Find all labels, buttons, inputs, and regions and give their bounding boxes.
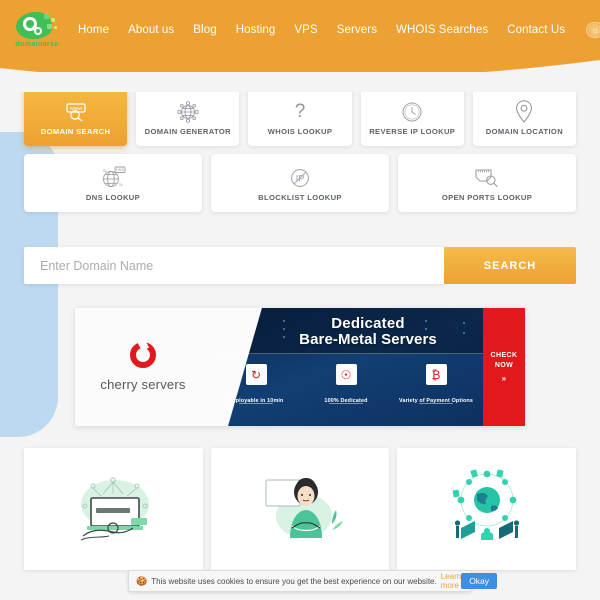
bitcoin-icon: ₿ <box>425 364 447 385</box>
tool-tabs-row-1: WWW DOMAIN SEARCH DOMAIN GENERATOR ? WHO… <box>0 88 600 146</box>
banner-headline-line1: Dedicated <box>331 315 405 332</box>
feature-cards <box>24 448 577 570</box>
box-icon: ☉ <box>335 364 357 385</box>
tab-domain-generator[interactable]: DOMAIN GENERATOR <box>136 88 240 146</box>
tab-blocklist-lookup[interactable]: IP BLOCKLIST LOOKUP <box>211 154 389 212</box>
globe-dns-icon: DNS <box>100 165 126 191</box>
ports-search-icon <box>474 165 500 191</box>
nav-links: Home About us Blog Hosting VPS Servers W… <box>60 20 584 40</box>
feature-card-support[interactable] <box>210 448 390 570</box>
tab-domain-location[interactable]: DOMAIN LOCATION <box>472 88 577 146</box>
tool-tabs: WWW DOMAIN SEARCH DOMAIN GENERATOR ? WHO… <box>0 88 600 220</box>
nav-item-home[interactable]: Home <box>78 20 109 40</box>
map-pin-icon <box>515 99 533 125</box>
domain-search-illustration-icon <box>81 477 150 541</box>
domain-search-icon: WWW <box>64 99 88 125</box>
navbar: domainarse Home About us Blog Hosting VP… <box>0 0 600 60</box>
nav-item-vps[interactable]: VPS <box>294 20 317 40</box>
cookie-okay-button[interactable]: Okay <box>461 573 498 589</box>
dark-mode-toggle[interactable]: ☼ <box>586 22 600 38</box>
page-root: domainarse Home About us Blog Hosting VP… <box>0 0 600 600</box>
nav-item-about-us[interactable]: About us <box>128 20 174 40</box>
svg-text:IP: IP <box>296 173 305 183</box>
search-button[interactable]: SEARCH <box>444 247 576 284</box>
domain-generator-icon <box>177 99 199 125</box>
tab-label: BLOCKLIST LOOKUP <box>258 192 342 202</box>
tab-label: DOMAIN LOCATION <box>485 126 564 136</box>
cookie-icon: 🍪 <box>136 575 148 586</box>
banner-headline: Dedicated Bare-Metal Servers <box>211 316 525 348</box>
banner-cta-line2: NOW <box>494 361 514 369</box>
tab-label: DNS LOOKUP <box>85 192 141 202</box>
support-person-illustration-icon <box>265 478 343 538</box>
banner-feature: ☉ 100% Dedicated <box>301 364 391 404</box>
nav-item-hosting[interactable]: Hosting <box>236 20 276 40</box>
banner-features: ↻ Deployable in 10min ☉ 100% Dedicated ₿… <box>211 364 481 404</box>
chevron-right-icon: » <box>501 373 507 383</box>
banner-brand: cherry servers <box>75 308 211 426</box>
banner-brand-name: cherry servers <box>100 377 186 392</box>
advertisement-banner[interactable]: cherry servers Dedicated Bare-Metal Serv… <box>75 308 525 426</box>
tool-tabs-row-2: DNS DNS LOOKUP IP BLOCKLIST LOOKUP OPEN … <box>0 154 600 212</box>
site-logo[interactable]: domainarse <box>14 11 60 49</box>
tab-label: REVERSE IP LOOKUP <box>369 126 456 136</box>
tab-label: OPEN PORTS LOOKUP <box>441 192 533 202</box>
tab-reverse-ip-lookup[interactable]: REVERSE IP LOOKUP <box>360 88 464 146</box>
question-mark-icon: ? <box>294 101 306 122</box>
banner-feature: ↻ Deployable in 10min <box>211 364 301 404</box>
nav-item-servers[interactable]: Servers <box>337 20 377 40</box>
blocked-ip-icon: IP <box>289 165 311 191</box>
cookie-learn-more-link[interactable]: Learn more <box>441 572 461 590</box>
tab-domain-search[interactable]: WWW DOMAIN SEARCH <box>24 88 128 146</box>
site-header: domainarse Home About us Blog Hosting VP… <box>0 0 600 92</box>
nav-item-blog[interactable]: Blog <box>193 20 216 40</box>
svg-text:WWW: WWW <box>69 106 82 111</box>
cookie-consent-bar: 🍪 This website uses cookies to ensure yo… <box>128 570 498 592</box>
tab-dns-lookup[interactable]: DNS DNS LOOKUP <box>24 154 202 212</box>
tab-label: DOMAIN SEARCH <box>40 126 111 136</box>
global-network-illustration-icon <box>452 469 519 540</box>
banner-content: Dedicated Bare-Metal Servers ↻ Deployabl… <box>211 308 525 426</box>
tab-open-ports-lookup[interactable]: OPEN PORTS LOOKUP <box>398 154 576 212</box>
feature-card-global-network[interactable] <box>397 448 577 570</box>
domain-search-bar: SEARCH <box>24 247 576 284</box>
refresh-icon: ↻ <box>245 364 267 385</box>
search-input[interactable] <box>24 247 444 284</box>
feature-card-domain-search[interactable] <box>24 448 203 570</box>
nav-item-whois-searches[interactable]: WHOIS Searches <box>396 20 488 40</box>
sun-icon: ☼ <box>591 24 600 35</box>
banner-cta-button[interactable]: CHECK NOW » <box>483 308 525 426</box>
svg-text:DNS: DNS <box>116 167 125 172</box>
nav-item-contact-us[interactable]: Contact Us <box>507 20 565 40</box>
clock-icon <box>401 99 423 125</box>
tab-whois-lookup[interactable]: ? WHOIS LOOKUP <box>248 88 352 146</box>
banner-cta-line1: CHECK <box>490 351 518 359</box>
tab-label: WHOIS LOOKUP <box>267 126 333 136</box>
cherry-servers-logo-icon <box>130 342 156 368</box>
gear-cloud-logo-icon <box>14 11 60 40</box>
logo-text: domainarse <box>15 40 59 48</box>
banner-feature: ₿ Variety of Payment Options <box>391 364 481 404</box>
cookie-message: This website uses cookies to ensure you … <box>151 576 437 586</box>
tab-label: DOMAIN GENERATOR <box>144 126 231 136</box>
banner-divider <box>217 353 485 354</box>
banner-headline-line2: Bare-Metal Servers <box>299 331 437 348</box>
